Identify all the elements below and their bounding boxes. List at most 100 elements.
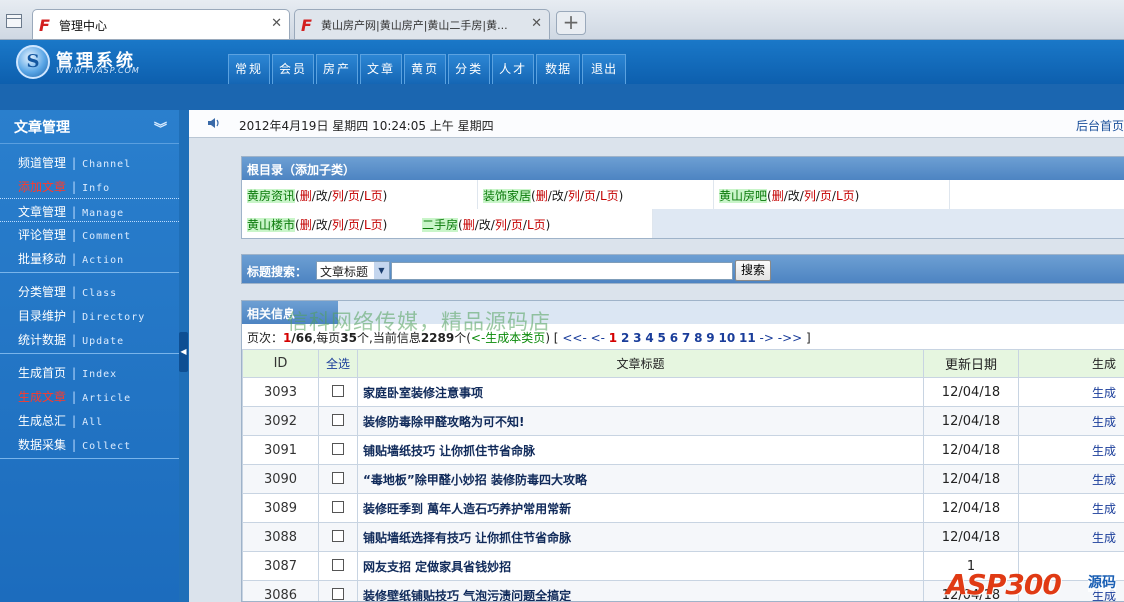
article-title-link[interactable]: 装修旺季到 萬年人造石巧养护常用常新 — [357, 493, 924, 523]
page-link-3[interactable]: 3 — [633, 331, 641, 345]
row-checkbox[interactable] — [332, 558, 344, 571]
list-link[interactable]: 列 — [495, 218, 507, 232]
article-title-link[interactable]: 网友支招 定做家具省钱妙招 — [357, 551, 924, 581]
lpage-link[interactable]: L页 — [600, 189, 619, 203]
list-link[interactable]: 列 — [804, 189, 816, 203]
generate-link[interactable]: 生成 — [1018, 377, 1124, 407]
row-checkbox[interactable] — [332, 471, 344, 484]
sidebar-item-action[interactable]: 批量移动 | Action — [0, 246, 179, 270]
edit-link[interactable]: 改 — [479, 218, 491, 232]
sidebar-item-directory[interactable]: 目录维护 | Directory — [0, 303, 179, 327]
row-checkbox[interactable] — [332, 442, 344, 455]
page-link[interactable]: 页 — [820, 189, 832, 203]
page-link-5[interactable]: 5 — [658, 331, 666, 345]
row-checkbox[interactable] — [332, 384, 344, 397]
edit-link[interactable]: 改 — [316, 189, 328, 203]
search-button[interactable]: 搜索 — [735, 260, 771, 281]
nav-data[interactable]: 数据 — [536, 54, 581, 84]
row-checkbox[interactable] — [332, 500, 344, 513]
category-name[interactable]: 二手房 — [422, 218, 459, 232]
close-icon[interactable]: ✕ — [531, 16, 542, 31]
delete-link[interactable]: 删 — [463, 218, 475, 232]
sidebar-item-channel[interactable]: 频道管理 | Channel — [0, 150, 179, 174]
page-link[interactable]: 页 — [511, 218, 523, 232]
edit-link[interactable]: 改 — [552, 189, 564, 203]
pager-prev-links[interactable]: <<- <- — [562, 331, 605, 345]
page-link-2[interactable]: 2 — [621, 331, 629, 345]
edit-link[interactable]: 改 — [316, 218, 328, 232]
lpage-link[interactable]: L页 — [527, 218, 546, 232]
root-directory-title[interactable]: 根目录（添加子类） — [242, 157, 1124, 180]
lpage-link[interactable]: L页 — [364, 189, 383, 203]
sidebar-header[interactable]: 文章管理 ︾ — [0, 110, 179, 144]
list-link[interactable]: 列 — [332, 218, 344, 232]
article-title-link[interactable]: 装修壁纸铺贴技巧 气泡污渍问题全搞定 — [357, 580, 924, 601]
nav-talent[interactable]: 人才 — [492, 54, 535, 84]
sidebar-item-article[interactable]: 生成文章 | Article — [0, 384, 179, 408]
page-link[interactable]: 页 — [348, 189, 360, 203]
page-link[interactable]: 页 — [348, 218, 360, 232]
row-checkbox[interactable] — [332, 587, 344, 600]
select-all-link[interactable]: 全选 — [318, 349, 358, 378]
page-link-4[interactable]: 4 — [645, 331, 653, 345]
tab-admin-center[interactable]: F 管理中心 ✕ — [32, 9, 290, 39]
nav-logout[interactable]: 退出 — [582, 54, 627, 84]
tab-site-home[interactable]: F 黄山房产网|黄山房产|黄山二手房|黄... ✕ — [294, 9, 550, 39]
search-field-select[interactable]: 文章标题 ▼ — [316, 261, 390, 280]
category-name[interactable]: 黄房资讯 — [247, 189, 296, 203]
sidebar-item-class[interactable]: 分类管理 | Class — [0, 279, 179, 303]
article-title-link[interactable]: 装修防毒除甲醛攻略为可不知! — [357, 406, 924, 436]
page-link-6[interactable]: 6 — [670, 331, 678, 345]
nav-articles[interactable]: 文章 — [360, 54, 403, 84]
generate-link[interactable]: 生成 — [1018, 406, 1124, 436]
lpage-link[interactable]: L页 — [364, 218, 383, 232]
delete-link[interactable]: 删 — [772, 189, 784, 203]
sidebar-collapse-handle[interactable]: ◀ — [179, 332, 188, 372]
page-link-11[interactable]: 11 — [739, 331, 756, 345]
article-title-link[interactable]: 家庭卧室装修注意事项 — [357, 377, 924, 407]
row-checkbox[interactable] — [332, 413, 344, 426]
page-link-9[interactable]: 9 — [706, 331, 714, 345]
page-link-1[interactable]: 1 — [609, 331, 617, 345]
nav-property[interactable]: 房产 — [316, 54, 359, 84]
delete-link[interactable]: 删 — [300, 218, 312, 232]
article-title-link[interactable]: “毒地板”除甲醛小妙招 装修防毒四大攻略 — [357, 464, 924, 494]
lpage-link[interactable]: L页 — [836, 189, 855, 203]
generate-link[interactable]: 生成 — [1018, 493, 1124, 523]
new-tab-button[interactable]: + — [556, 11, 586, 35]
sidebar-item-index[interactable]: 生成首页 | Index — [0, 360, 179, 384]
chevron-down-icon[interactable]: ▼ — [374, 262, 389, 279]
generate-link[interactable]: 生成 — [1018, 464, 1124, 494]
row-checkbox[interactable] — [332, 529, 344, 542]
chevron-down-icon[interactable]: ︾ — [154, 118, 167, 137]
delete-link[interactable]: 删 — [536, 189, 548, 203]
pager-next-links[interactable]: -> ->> — [760, 331, 803, 345]
generate-link[interactable]: 生成 — [1018, 435, 1124, 465]
page-link-7[interactable]: 7 — [682, 331, 690, 345]
nav-general[interactable]: 常规 — [228, 54, 271, 84]
category-name[interactable]: 装饰家居 — [483, 189, 532, 203]
nav-members[interactable]: 会员 — [272, 54, 315, 84]
generate-category-page-link[interactable]: <-生成本类页 — [471, 331, 545, 345]
page-link[interactable]: 页 — [584, 189, 596, 203]
admin-home-link[interactable]: 后台首页 — [1076, 117, 1124, 134]
category-name[interactable]: 黄山楼市 — [247, 218, 296, 232]
category-name[interactable]: 黄山房吧 — [719, 189, 768, 203]
sidebar-item-comment[interactable]: 评论管理 | Comment — [0, 222, 179, 246]
sidebar-item-add-article[interactable]: 添加文章 | Info — [0, 174, 179, 198]
close-icon[interactable]: ✕ — [271, 16, 282, 31]
nav-classifieds[interactable]: 分类 — [448, 54, 491, 84]
list-link[interactable]: 列 — [568, 189, 580, 203]
search-input[interactable] — [391, 262, 733, 280]
nav-yellow-pages[interactable]: 黄页 — [404, 54, 447, 84]
delete-link[interactable]: 删 — [300, 189, 312, 203]
column-id[interactable]: ID — [242, 349, 319, 378]
sidebar-item-collect[interactable]: 数据采集 | Collect — [0, 432, 179, 456]
sidebar-item-manage[interactable]: 文章管理 | Manage — [0, 198, 179, 222]
sidebar-item-all[interactable]: 生成总汇 | All — [0, 408, 179, 432]
sidebar-item-update[interactable]: 统计数据 | Update — [0, 327, 179, 351]
list-link[interactable]: 列 — [332, 189, 344, 203]
edit-link[interactable]: 改 — [788, 189, 800, 203]
page-link-10[interactable]: 10 — [718, 331, 735, 345]
article-title-link[interactable]: 铺贴墙纸技巧 让你抓住节省命脉 — [357, 435, 924, 465]
